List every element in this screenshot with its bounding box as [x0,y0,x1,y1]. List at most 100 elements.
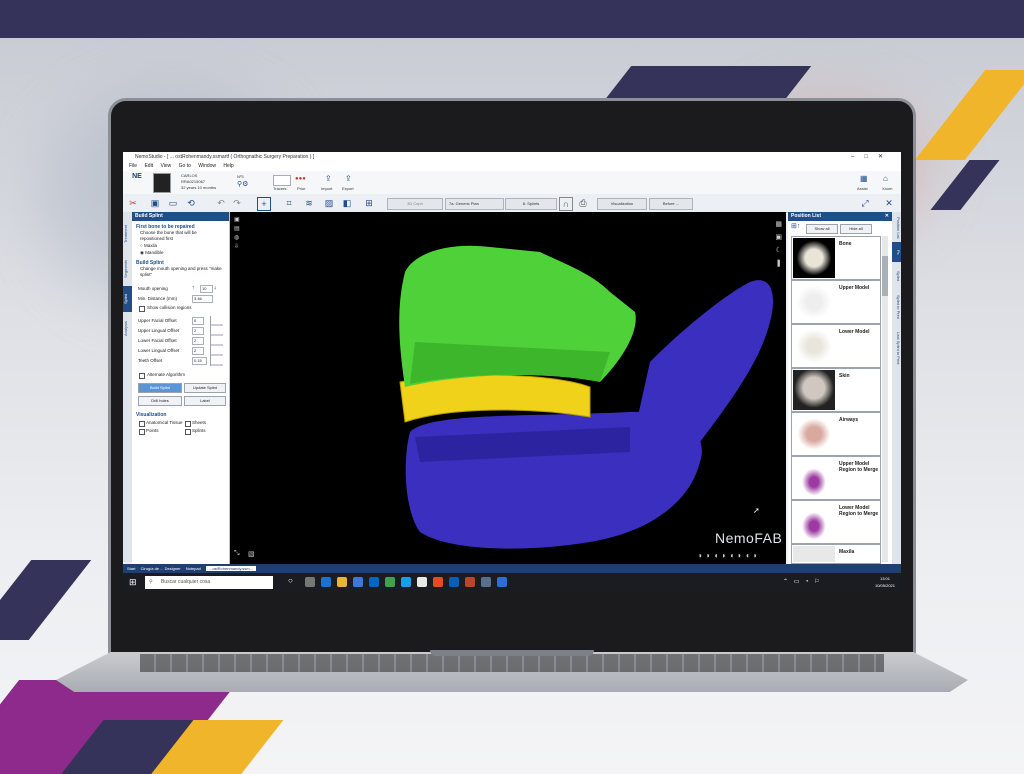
crosshair-icon[interactable]: + [257,197,271,211]
status-tab[interactable]: Start [127,566,135,571]
explorer-icon[interactable] [337,577,347,587]
tab-last-splint-to-print[interactable]: Last Splint to Print [892,326,901,370]
assist-button[interactable]: Assist [857,186,868,191]
offset-field[interactable]: 2 [192,347,204,355]
save-icon[interactable]: ▣ [149,197,161,209]
expand-icon[interactable]: ⤢ [859,197,871,209]
chrome-icon[interactable] [433,577,443,587]
export-button[interactable]: Export [342,186,354,191]
active-app-icon[interactable] [497,577,507,587]
sort-icon[interactable]: ⊞↑ [791,223,800,230]
nemo-app-icon[interactable] [481,577,491,587]
visualization-button[interactable]: Visualization [597,198,647,210]
image-icon[interactable]: ▨ [323,197,335,209]
show-all-button[interactable]: Show all [806,224,838,234]
tab-treatment[interactable]: Treatment [123,216,132,252]
list-item[interactable]: Lower Model [791,324,881,368]
tab-splint-to-print[interactable]: Splint to Print [892,290,901,324]
menu-file[interactable]: File [129,163,137,169]
menu-view[interactable]: View [160,163,171,169]
outlook-icon[interactable] [449,577,459,587]
menu-edit[interactable]: Edit [144,163,153,169]
list-item[interactable]: Upper Model [791,280,881,324]
tracers-box[interactable] [273,175,291,186]
vis-checkbox[interactable] [185,421,191,427]
list-item[interactable]: Skin [791,368,881,412]
clock[interactable]: 13:01 10/05/2021 [875,575,895,589]
export-icon[interactable]: ⇪ [345,174,352,183]
status-tab[interactable]: Cirugía de ... Designer [141,566,181,571]
update-splint-button[interactable]: Update Splint [184,383,226,393]
system-tray-icons[interactable]: ⌃ ▭ ◔ ⚐ [783,578,822,585]
import-button[interactable]: Import [321,186,332,191]
app-logo[interactable]: NE [129,173,145,191]
print-icon[interactable]: ⎙ [577,197,589,209]
cortana-icon[interactable]: ○ [288,576,293,585]
redo-icon[interactable]: ↷ [231,197,243,209]
undo-icon[interactable]: ↶ [215,197,227,209]
menu-help[interactable]: Help [223,163,233,169]
rotate-3d-icon[interactable]: ⟲ [185,197,197,209]
powerpoint-icon[interactable] [465,577,475,587]
windows-start-icon[interactable]: ⊞ [129,577,137,588]
grid-icon[interactable]: ⊞ [363,197,375,209]
tab-analysis[interactable]: Analysis [123,314,132,344]
show-collision-checkbox[interactable] [139,306,145,312]
list-item[interactable]: Maxila [791,544,881,564]
offset-field[interactable]: 2 [192,327,204,335]
tab-position-list[interactable]: Position List [892,216,901,240]
offset-field[interactable]: 0.15 [192,357,207,365]
offset-field[interactable]: 0 [192,317,204,325]
before-button[interactable]: Before ... [649,198,693,210]
assist-icon[interactable]: ▦ [860,174,868,183]
radio-mandible[interactable]: ◉ Mandible [140,250,163,256]
snapshot-icon[interactable]: ▧ [248,550,255,558]
import-icon[interactable]: ⇪ [325,174,332,183]
home-icon[interactable]: ⌂ [883,174,888,183]
increase-icon[interactable]: 🡑 [192,285,194,291]
close-panel-icon[interactable]: ✕ [883,197,895,209]
edge-icon[interactable] [321,577,331,587]
maximize-button[interactable]: □ [864,154,878,160]
case-tools-icon[interactable]: ⚲⚙ [237,180,248,188]
drill-holes-button[interactable]: Drill holes [138,396,182,406]
ie-icon[interactable] [417,577,427,587]
3d-viewport[interactable]: ▣ ▤ ◍ ⇩ ▦ ▣ ☾ ❚ ⤡ ▧ NemoFAB ◗◗◖◗◖◗◖◗ ➚ [230,212,786,564]
patient-avatar[interactable] [153,173,171,193]
offset-field[interactable]: 2 [192,337,204,345]
prior-icon[interactable]: ●●● [295,176,306,182]
list-item[interactable]: Airways [791,412,881,456]
status-tab[interactable]: ...ostRohenmandy.ssm... [205,566,256,571]
taskbar-search[interactable]: ⚲ Buscar cualquier cosa [145,576,273,589]
list-item[interactable]: Bone [791,236,881,280]
viewport-tools-left[interactable]: ▣ ▤ ◍ ⇩ [234,216,240,252]
viewport-tools-right[interactable]: ▦ ▣ ☾ ❚ [775,218,782,270]
splint-tool-icon[interactable]: ✂ [127,197,139,209]
view-orientation-icons[interactable]: ◗◗◖◗◖◗◖◗ [698,551,761,560]
splints-button[interactable]: 8. Splints [505,198,557,210]
measure-tool-icon[interactable]: ≋ [303,197,315,209]
tab-segments[interactable]: Segments [123,254,132,284]
mouth-opening-field[interactable]: 10 [200,285,213,293]
vis-checkbox[interactable] [185,429,191,435]
resize-handle-icon[interactable]: ⤡ [234,550,240,558]
tab-splint[interactable]: Splint [123,286,132,312]
hide-all-button[interactable]: Hide all [840,224,872,234]
radio-maxila[interactable]: ○ Maxila [140,243,157,249]
teeth-tool-icon[interactable]: ⌗ [283,197,295,209]
list-item[interactable]: Lower Model Region to Merge [791,500,881,544]
xoom-button[interactable]: Xoom [882,186,892,191]
layers-icon[interactable]: ◧ [341,197,353,209]
screen-icon[interactable]: ▭ [167,197,179,209]
menu-goto[interactable]: Go to [179,163,191,169]
window-controls[interactable]: –□✕ [851,152,893,162]
dental-arch-icon[interactable]: ∩ [559,197,573,211]
close-icon[interactable]: ✕ [885,212,889,221]
close-button[interactable]: ✕ [878,154,893,160]
mail-icon[interactable] [369,577,379,587]
menu-window[interactable]: Window [198,163,216,169]
alternate-algorithm-checkbox[interactable] [139,373,145,379]
build-splint-button[interactable]: Build Splint [138,383,182,393]
skype-icon[interactable] [401,577,411,587]
offset-sliders[interactable] [210,316,223,366]
